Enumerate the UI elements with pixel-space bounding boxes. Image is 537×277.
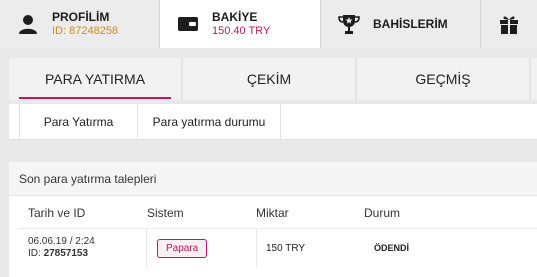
- column-amount: Miktar: [256, 206, 289, 220]
- subtab-deposit[interactable]: Para Yatırma: [19, 104, 138, 140]
- row-date: 06.06.19 / 2:24: [28, 235, 95, 247]
- row-amount: 150 TRY: [256, 229, 364, 267]
- nav-bets[interactable]: BAHİSLERİM: [321, 0, 481, 48]
- nav-balance-title: BAKİYE: [212, 10, 258, 25]
- table-row: 06.06.19 / 2:24 ID: 27857153 Papara 150 …: [18, 228, 537, 267]
- column-system: Sistem: [147, 206, 184, 220]
- user-icon: [8, 13, 48, 35]
- tab-history[interactable]: GEÇMİŞ: [357, 58, 529, 100]
- tab-deposit[interactable]: PARA YATIRMA: [9, 58, 181, 100]
- payment-tabs: PARA YATIRMA ÇEKİM GEÇMİŞ: [9, 58, 537, 100]
- trophy-icon: [329, 13, 369, 35]
- system-badge: Papara: [157, 238, 208, 258]
- row-id: ID: 27857153: [28, 248, 88, 261]
- nav-profile[interactable]: PROFİLİM ID: 87248258: [0, 0, 160, 48]
- nav-balance-amount: 150.40 TRY: [212, 24, 271, 37]
- table-header: Tarih ve ID Sistem Miktar Durum: [9, 206, 537, 226]
- row-status: ÖDENDİ: [374, 243, 410, 253]
- top-nav: PROFİLİM ID: 87248258 BAKİYE 150.40 TRY: [0, 0, 537, 48]
- nav-bets-title: BAHİSLERİM: [373, 16, 448, 31]
- row-system: Papara: [146, 229, 256, 267]
- tab-spacer: [531, 58, 537, 100]
- row-id-label: ID:: [28, 248, 41, 259]
- nav-profile-title: PROFİLİM: [52, 10, 110, 25]
- subtab-deposit-status[interactable]: Para yatırma durumu: [138, 104, 281, 140]
- column-date-id: Tarih ve ID: [28, 206, 86, 220]
- gift-icon: [489, 13, 529, 35]
- row-id-value: 27857153: [43, 248, 89, 259]
- wallet-icon: [168, 14, 208, 34]
- tab-withdraw[interactable]: ÇEKİM: [183, 58, 355, 100]
- recent-deposits-card: Son para yatırma talepleri Tarih ve ID S…: [9, 162, 537, 277]
- nav-profile-id: ID: 87248258: [52, 24, 119, 37]
- nav-gifts[interactable]: [481, 0, 537, 48]
- column-status: Durum: [364, 206, 401, 220]
- tab-divider: [529, 58, 531, 100]
- row-date-id: 06.06.19 / 2:24 ID: 27857153: [28, 229, 146, 267]
- nav-balance[interactable]: BAKİYE 150.40 TRY: [160, 0, 321, 48]
- deposit-subtabs: Para Yatırma Para yatırma durumu: [9, 104, 537, 140]
- recent-deposits-title: Son para yatırma talepleri: [9, 162, 537, 196]
